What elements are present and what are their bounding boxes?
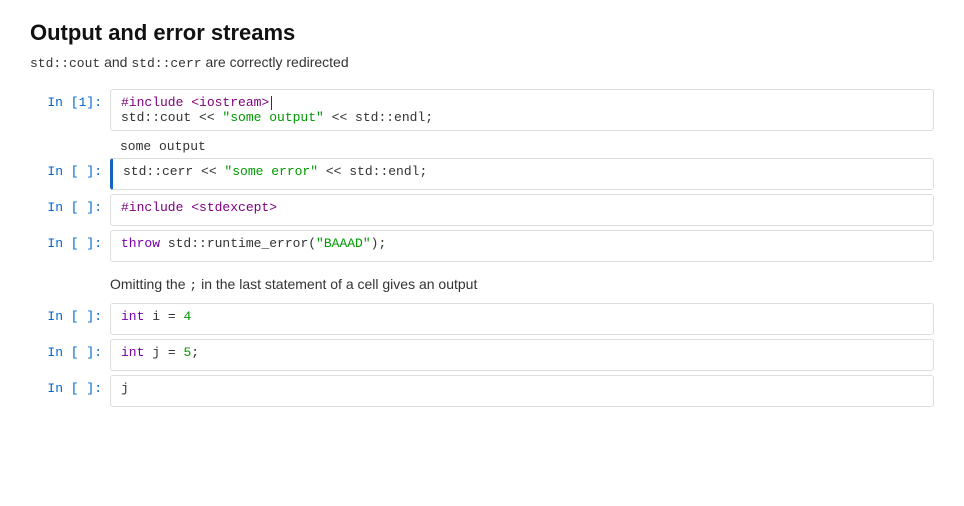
desc-code2: std::cerr (131, 56, 201, 71)
cell-row-3: In [ ]: #include <stdexcept> (30, 194, 934, 226)
cell-line-3-1: #include <stdexcept> (121, 200, 923, 215)
cell-line-1-1: #include <iostream> (121, 95, 923, 110)
cell-label-7: In [ ]: (30, 375, 110, 407)
cell-label-in-4: In [ ]: (47, 236, 102, 251)
desc-text1: and (104, 54, 131, 70)
desc-code1: std::cout (30, 56, 100, 71)
cell-content-2[interactable]: std::cerr << "some error" << std::endl; (110, 158, 934, 190)
cell-label-1: In [1]: (30, 89, 110, 131)
cell-line-4-1: throw std::runtime_error("BAAAD"); (121, 236, 923, 251)
cell-row-5: In [ ]: int i = 4 (30, 303, 934, 335)
cell-row-6: In [ ]: int j = 5; (30, 339, 934, 371)
cell-row-7: In [ ]: j (30, 375, 934, 407)
cell-line-1-2: std::cout << "some output" << std::endl; (121, 110, 923, 125)
cell-label-in-5: In [ ]: (47, 309, 102, 324)
cell-content-3[interactable]: #include <stdexcept> (110, 194, 934, 226)
cell-label-in-3: In [ ]: (47, 200, 102, 215)
cell-label-in-2: In [ ]: (47, 164, 102, 179)
page-title: Output and error streams (30, 20, 934, 46)
cell-label-3: In [ ]: (30, 194, 110, 226)
cell-content-1[interactable]: #include <iostream> std::cout << "some o… (110, 89, 934, 131)
cell-label-6: In [ ]: (30, 339, 110, 371)
cell-label-in-1: In [1]: (47, 95, 102, 110)
cell-content-7[interactable]: j (110, 375, 934, 407)
cell-row-2: In [ ]: std::cerr << "some error" << std… (30, 158, 934, 190)
cell-label-in-7: In [ ]: (47, 381, 102, 396)
cell-output-1: some output (110, 135, 934, 158)
separator-text: Omitting the ; in the last statement of … (110, 266, 934, 303)
cell-line-6-1: int j = 5; (121, 345, 923, 360)
cell-content-4[interactable]: throw std::runtime_error("BAAAD"); (110, 230, 934, 262)
cell-label-5: In [ ]: (30, 303, 110, 335)
cell-line-5-1: int i = 4 (121, 309, 923, 324)
desc-text2: are correctly redirected (205, 54, 348, 70)
cell-label-in-6: In [ ]: (47, 345, 102, 360)
cell-line-2-1: std::cerr << "some error" << std::endl; (123, 164, 923, 179)
section-description: std::cout and std::cerr are correctly re… (30, 54, 934, 71)
notebook-container: Output and error streams std::cout and s… (0, 0, 964, 506)
cell-label-2: In [ ]: (30, 158, 110, 190)
cell-row-1: In [1]: #include <iostream> std::cout <<… (30, 89, 934, 131)
separator-code: ; (189, 278, 197, 293)
cell-content-5[interactable]: int i = 4 (110, 303, 934, 335)
cell-label-4: In [ ]: (30, 230, 110, 262)
cell-line-7-1: j (121, 381, 923, 396)
cell-row-4: In [ ]: throw std::runtime_error("BAAAD"… (30, 230, 934, 262)
cell-content-6[interactable]: int j = 5; (110, 339, 934, 371)
